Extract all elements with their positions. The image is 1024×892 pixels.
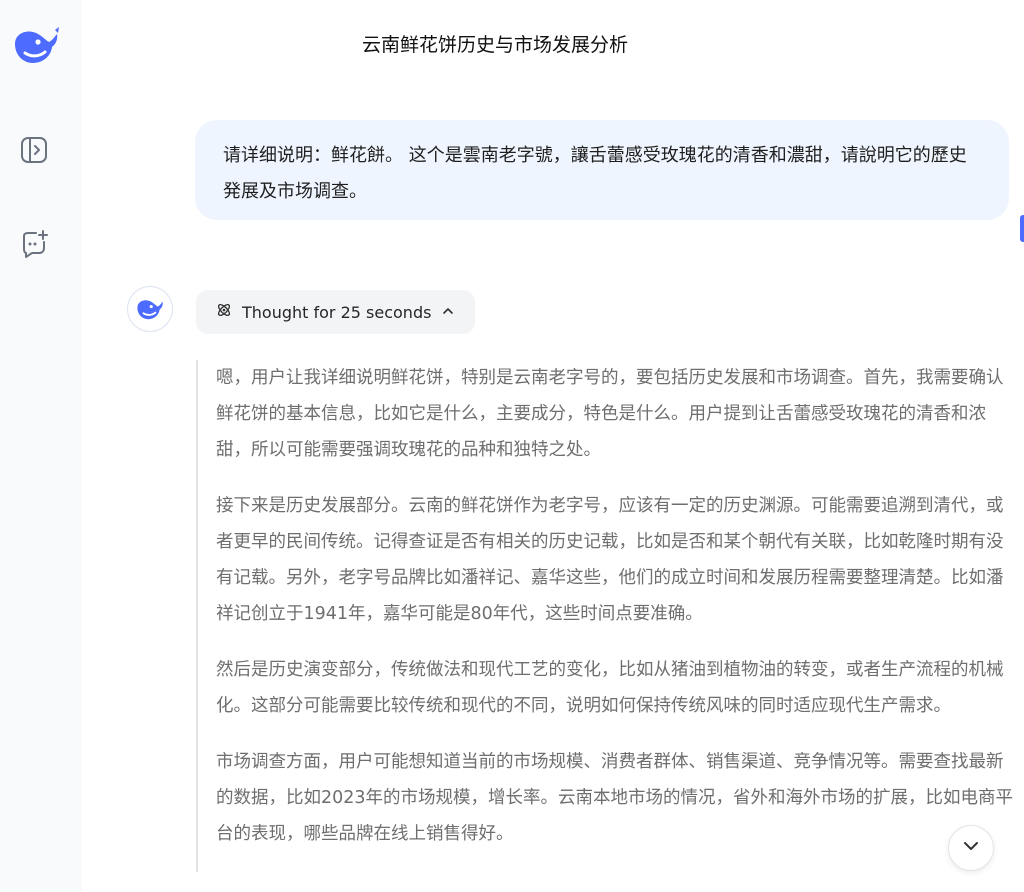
chevron-up-icon bbox=[441, 303, 455, 322]
scroll-to-bottom-button[interactable] bbox=[948, 825, 994, 871]
chat-main: 云南鲜花饼历史与市场发展分析 请详细说明：鲜花餅。 这个是雲南老字號，讓舌蕾感受… bbox=[82, 0, 1024, 892]
sidebar-toggle-icon[interactable] bbox=[18, 133, 50, 167]
new-chat-icon[interactable] bbox=[17, 226, 51, 262]
thinking-content: 嗯，用户让我详细说明鲜花饼，特别是云南老字号的，要包括历史发展和市场调查。首先，… bbox=[196, 360, 1016, 872]
thinking-paragraph: 市场调查方面，用户可能想知道当前的市场规模、消费者群体、销售渠道、竞争情况等。需… bbox=[216, 752, 1014, 844]
page-title: 云南鲜花饼历史与市场发展分析 bbox=[361, 34, 628, 56]
thinking-paragraph: 接下来是历史发展部分。云南的鲜花饼作为老字号，应该有一定的历史渊源。可能需要追溯… bbox=[216, 496, 1004, 624]
side-panel-edge[interactable] bbox=[1020, 215, 1024, 242]
thinking-paragraph: 嗯，用户让我详细说明鲜花饼，特别是云南老字号的，要包括历史发展和市场调查。首先，… bbox=[216, 368, 1004, 460]
assistant-avatar bbox=[127, 286, 173, 332]
user-message-bubble: 请详细说明：鲜花餅。 这个是雲南老字號，讓舌蕾感受玫瑰花的清香和濃甜，请說明它的… bbox=[195, 120, 1009, 220]
thought-label: Thought for 25 seconds bbox=[242, 302, 432, 322]
sidebar bbox=[0, 0, 82, 892]
deepseek-whale-icon bbox=[137, 300, 163, 320]
atom-icon bbox=[216, 302, 232, 322]
chevron-down-icon bbox=[960, 835, 982, 861]
thinking-paragraph: 然后是历史演变部分，传统做法和现代工艺的变化，比如从猪油到植物油的转变，或者生产… bbox=[216, 660, 1004, 716]
user-message-text: 请详细说明：鲜花餅。 这个是雲南老字號，讓舌蕾感受玫瑰花的清香和濃甜，请說明它的… bbox=[223, 145, 967, 202]
thought-toggle-button[interactable]: Thought for 25 seconds bbox=[196, 290, 476, 334]
deepseek-logo-icon[interactable] bbox=[10, 24, 62, 68]
